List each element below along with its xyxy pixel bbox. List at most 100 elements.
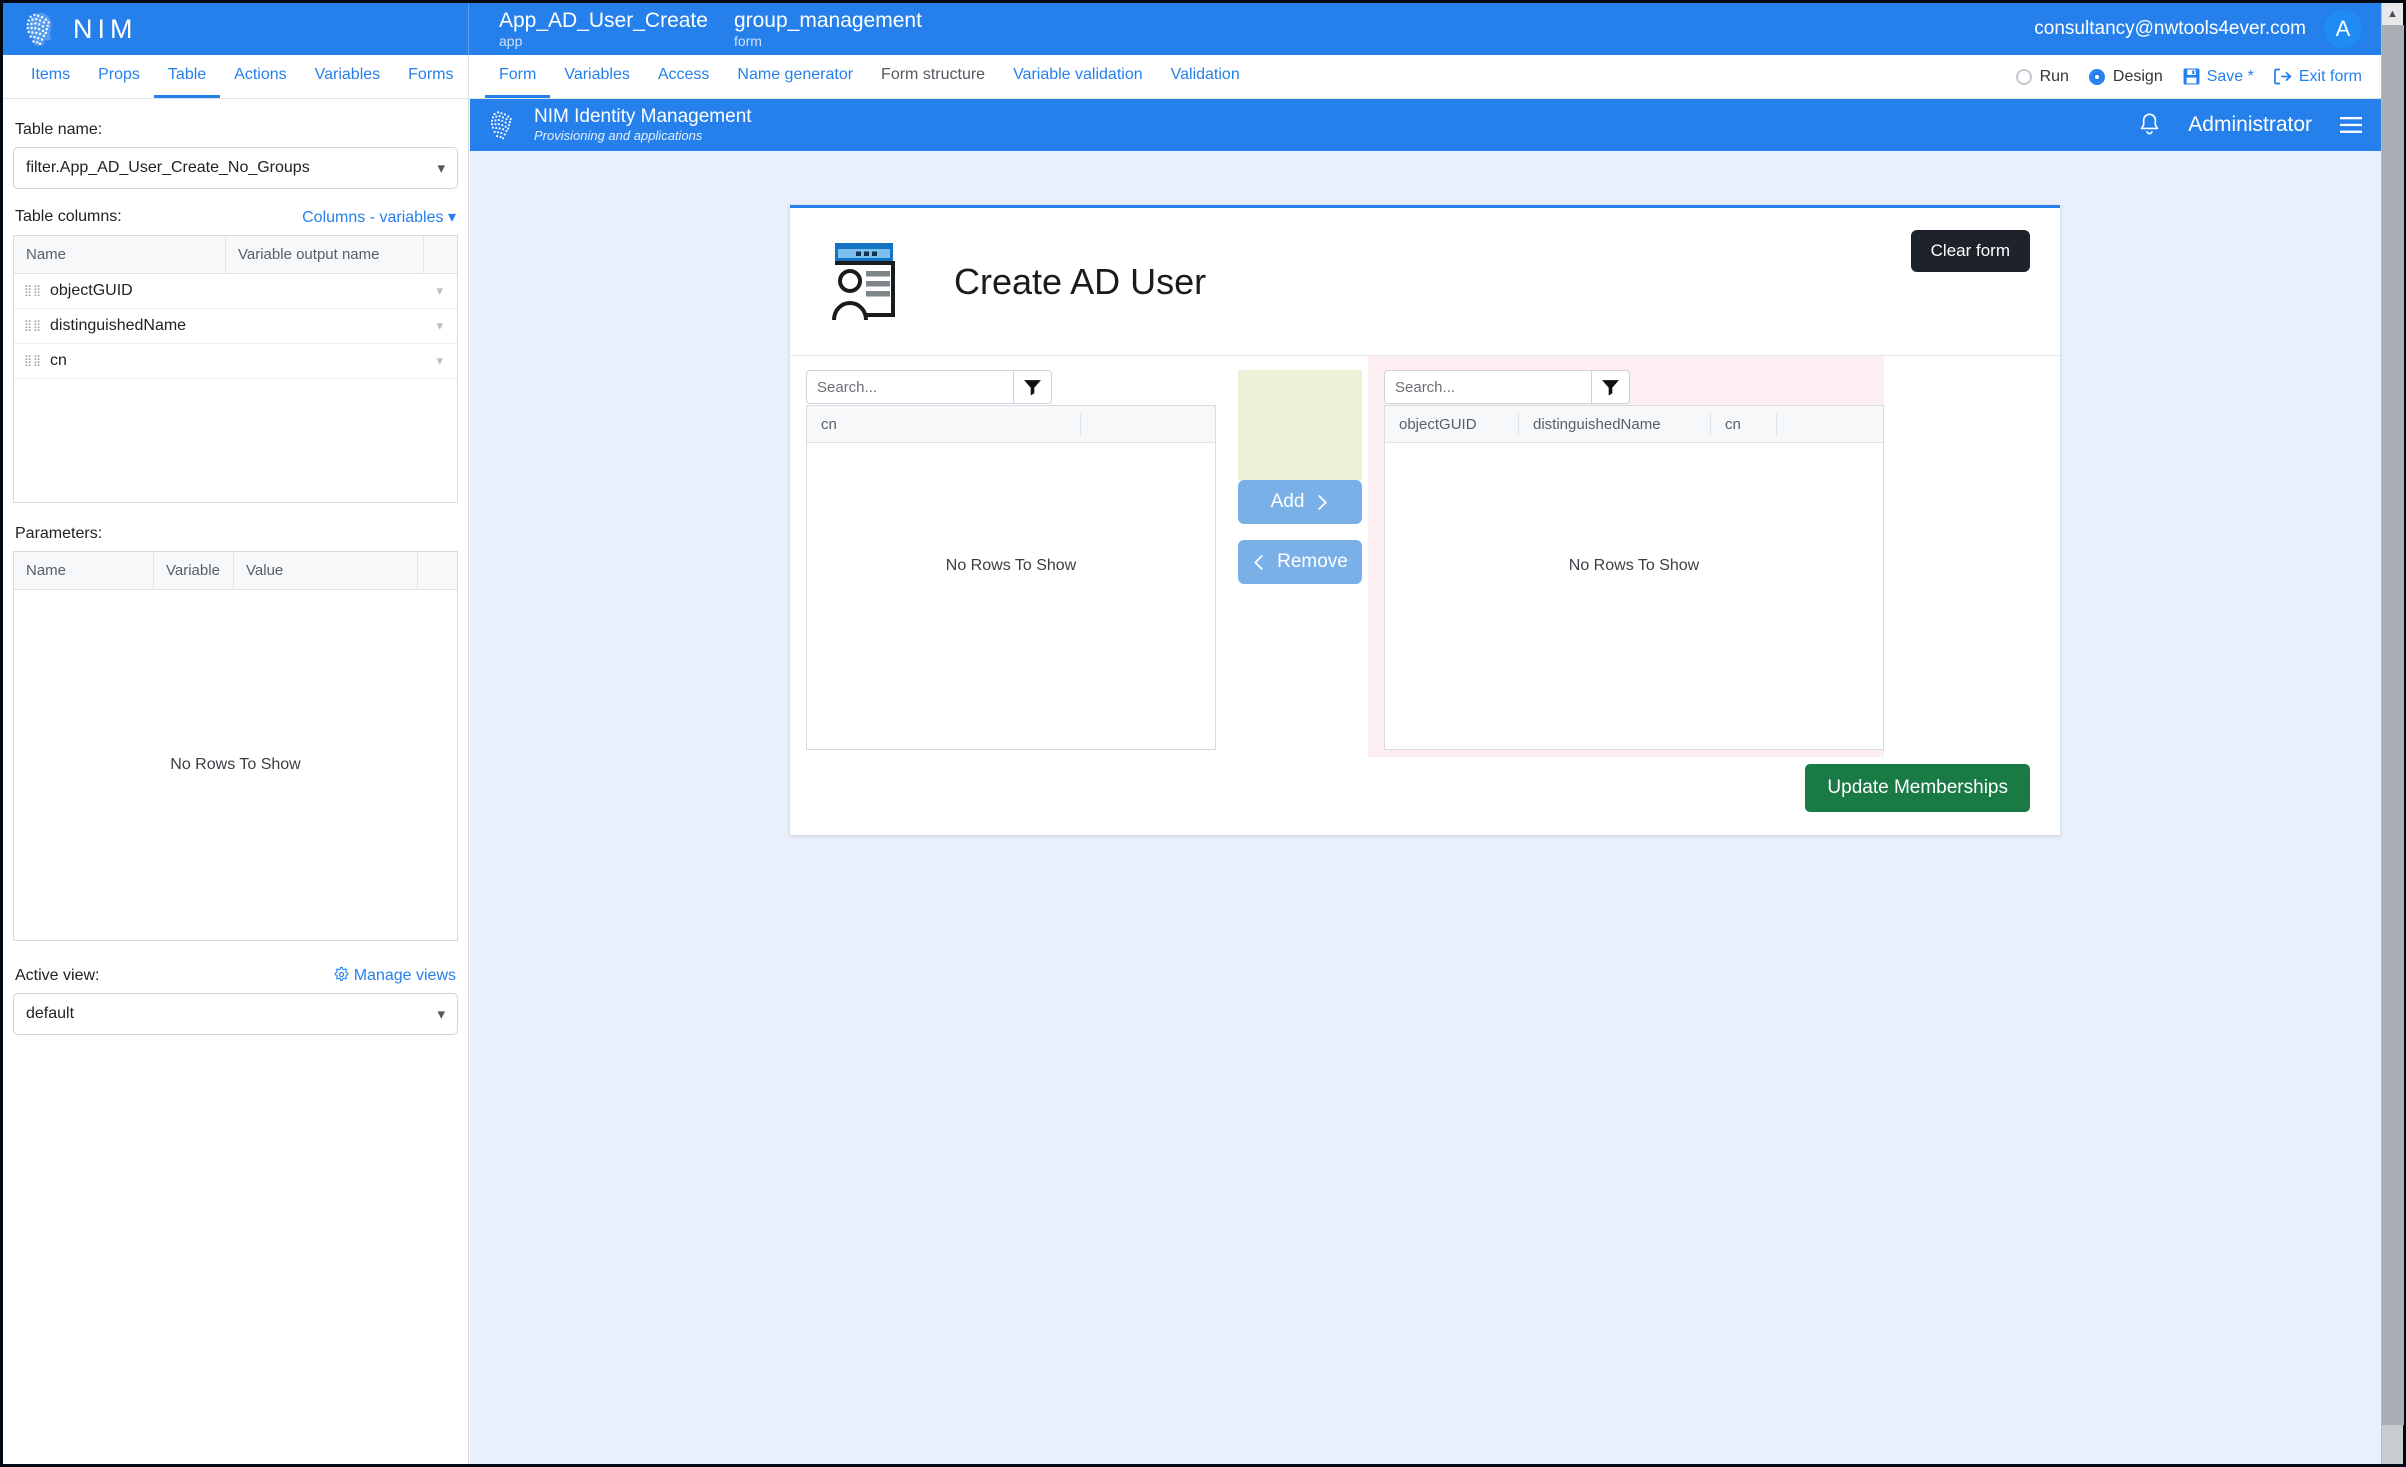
param-header-name[interactable]: Name bbox=[14, 552, 154, 589]
tab-access[interactable]: Access bbox=[644, 55, 724, 98]
active-view-select[interactable]: default ▾ bbox=[13, 993, 458, 1035]
form-tab-group: Form Variables Access Name generator For… bbox=[469, 55, 2016, 98]
avatar[interactable]: A bbox=[2324, 10, 2362, 48]
column-row-name: cn bbox=[50, 352, 67, 370]
nim-head-logo-icon bbox=[21, 10, 59, 48]
right-grid-header-objectguid[interactable]: objectGUID bbox=[1385, 414, 1519, 435]
tab-forms[interactable]: Forms bbox=[394, 55, 467, 98]
vertical-scrollbar[interactable]: ▲ bbox=[2381, 3, 2403, 1464]
topbar-right: consultancy@nwtools4ever.com A bbox=[2034, 3, 2384, 55]
column-row-name: distinguishedName bbox=[50, 317, 186, 335]
tab-props[interactable]: Props bbox=[84, 55, 154, 98]
left-grid-header: cn bbox=[807, 406, 1215, 443]
active-view-label: Active view: bbox=[15, 967, 99, 985]
nim-header-title: NIM Identity Management bbox=[534, 107, 752, 128]
nim-header-user[interactable]: Administrator bbox=[2188, 113, 2312, 137]
context-form-title: group_management bbox=[734, 10, 922, 32]
gear-icon bbox=[334, 967, 349, 982]
left-grid-header-spacer bbox=[1081, 414, 1215, 435]
tab-actions[interactable]: Actions bbox=[220, 55, 300, 98]
drag-handle-icon[interactable]: ⣿⣿ bbox=[24, 323, 50, 329]
drag-handle-icon[interactable]: ⣿⣿ bbox=[24, 288, 50, 294]
available-items-pane: cn No Rows To Show bbox=[806, 370, 1216, 750]
tab-name-generator[interactable]: Name generator bbox=[723, 55, 867, 98]
column-header-name[interactable]: Name bbox=[14, 236, 226, 273]
nim-header-text: NIM Identity Management Provisioning and… bbox=[534, 107, 752, 143]
table-columns-grid-header: Name Variable output name bbox=[14, 236, 457, 274]
left-grid: cn No Rows To Show bbox=[806, 405, 1216, 750]
brand-area[interactable]: NIM bbox=[3, 3, 469, 55]
highlight-yellow-box bbox=[1238, 370, 1362, 480]
add-button[interactable]: Add bbox=[1238, 480, 1362, 524]
left-grid-empty-message: No Rows To Show bbox=[807, 443, 1215, 749]
funnel-filter-icon bbox=[1601, 378, 1620, 397]
right-grid-header-distinguishedname[interactable]: distinguishedName bbox=[1519, 414, 1711, 435]
chevron-down-icon[interactable]: ▾ bbox=[436, 283, 443, 299]
dual-list-picker: cn No Rows To Show Add bbox=[790, 356, 2060, 750]
hamburger-menu-icon[interactable] bbox=[2338, 115, 2364, 135]
table-name-select[interactable]: filter.App_AD_User_Create_No_Groups ▾ bbox=[13, 147, 458, 189]
right-grid-header-cn[interactable]: cn bbox=[1711, 414, 1777, 435]
mode-design-option[interactable]: Design bbox=[2089, 68, 2163, 86]
application-window: NIM App_AD_User_Create app group_managem… bbox=[0, 0, 2406, 1467]
add-button-label: Add bbox=[1271, 491, 1305, 513]
left-search-input[interactable] bbox=[806, 370, 1014, 404]
mode-toolbar: Run Design Save * Exit bbox=[2016, 55, 2384, 98]
tab-form-structure[interactable]: Form structure bbox=[867, 55, 999, 98]
parameters-grid-header: Name Variable Value bbox=[14, 552, 457, 590]
funnel-filter-icon bbox=[1023, 378, 1042, 397]
form-title: Create AD User bbox=[954, 261, 1206, 303]
tab-variable-validation[interactable]: Variable validation bbox=[999, 55, 1157, 98]
context-form[interactable]: group_management form bbox=[734, 10, 922, 49]
columns-variables-dropdown[interactable]: Columns - variables ▾ bbox=[302, 207, 456, 227]
param-header-variable[interactable]: Variable bbox=[154, 552, 234, 589]
chevron-right-icon bbox=[1316, 494, 1329, 511]
scrollbar-thumb[interactable] bbox=[2382, 25, 2404, 1425]
save-button[interactable]: Save * bbox=[2183, 68, 2254, 86]
topbar-context: App_AD_User_Create app group_management … bbox=[469, 3, 2034, 55]
column-header-variable-output-name[interactable]: Variable output name bbox=[226, 236, 424, 273]
mode-run-option[interactable]: Run bbox=[2016, 68, 2069, 86]
table-row[interactable]: ⣿⣿ cn ▾ bbox=[14, 344, 457, 379]
save-label: Save * bbox=[2207, 68, 2254, 86]
scrollbar-up-button[interactable]: ▲ bbox=[2382, 3, 2403, 25]
chevron-down-icon[interactable]: ▾ bbox=[436, 353, 443, 369]
bell-icon[interactable] bbox=[2137, 112, 2162, 139]
chevron-down-icon[interactable]: ▾ bbox=[436, 318, 443, 334]
remove-button[interactable]: Remove bbox=[1238, 540, 1362, 584]
table-row[interactable]: ⣿⣿ objectGUID ▾ bbox=[14, 274, 457, 309]
context-app[interactable]: App_AD_User_Create app bbox=[499, 10, 708, 49]
radio-run-icon bbox=[2016, 69, 2032, 85]
chevron-down-icon: ▾ bbox=[437, 1005, 445, 1023]
mode-run-label: Run bbox=[2040, 68, 2069, 86]
nim-header-right: Administrator bbox=[2137, 112, 2364, 139]
table-row[interactable]: ⣿⣿ distinguishedName ▾ bbox=[14, 309, 457, 344]
drag-handle-icon[interactable]: ⣿⣿ bbox=[24, 358, 50, 364]
tab-table[interactable]: Table bbox=[154, 55, 220, 98]
left-filter-button[interactable] bbox=[1014, 370, 1052, 404]
clear-form-button[interactable]: Clear form bbox=[1911, 230, 2030, 272]
tab-form[interactable]: Form bbox=[485, 55, 550, 98]
tab-form-variables[interactable]: Variables bbox=[550, 55, 644, 98]
tab-row: Items Props Table Actions Variables Form… bbox=[3, 55, 2384, 99]
nim-header-subtitle: Provisioning and applications bbox=[534, 129, 752, 143]
right-grid-header-spacer bbox=[1777, 414, 1883, 435]
manage-views-link[interactable]: Manage views bbox=[334, 967, 456, 985]
table-columns-grid: Name Variable output name ⣿⣿ objectGUID … bbox=[13, 235, 458, 503]
update-memberships-button[interactable]: Update Memberships bbox=[1805, 764, 2030, 812]
left-grid-header-cn[interactable]: cn bbox=[807, 414, 1081, 435]
left-sidebar: Table name: filter.App_AD_User_Create_No… bbox=[3, 99, 469, 1464]
active-view-header-row: Active view: Manage views bbox=[15, 967, 456, 985]
right-filter-button[interactable] bbox=[1592, 370, 1630, 404]
transfer-buttons-pane: Add Remove bbox=[1238, 370, 1362, 750]
exit-form-button[interactable]: Exit form bbox=[2274, 68, 2362, 86]
param-header-value[interactable]: Value bbox=[234, 552, 418, 589]
tab-items[interactable]: Items bbox=[17, 55, 84, 98]
table-name-label: Table name: bbox=[15, 121, 458, 139]
tab-variables[interactable]: Variables bbox=[301, 55, 395, 98]
tab-validation[interactable]: Validation bbox=[1157, 55, 1254, 98]
right-search-input[interactable] bbox=[1384, 370, 1592, 404]
user-email: consultancy@nwtools4ever.com bbox=[2034, 18, 2306, 40]
right-search-row bbox=[1384, 370, 1884, 404]
app-tab-group: Items Props Table Actions Variables Form… bbox=[3, 55, 469, 98]
